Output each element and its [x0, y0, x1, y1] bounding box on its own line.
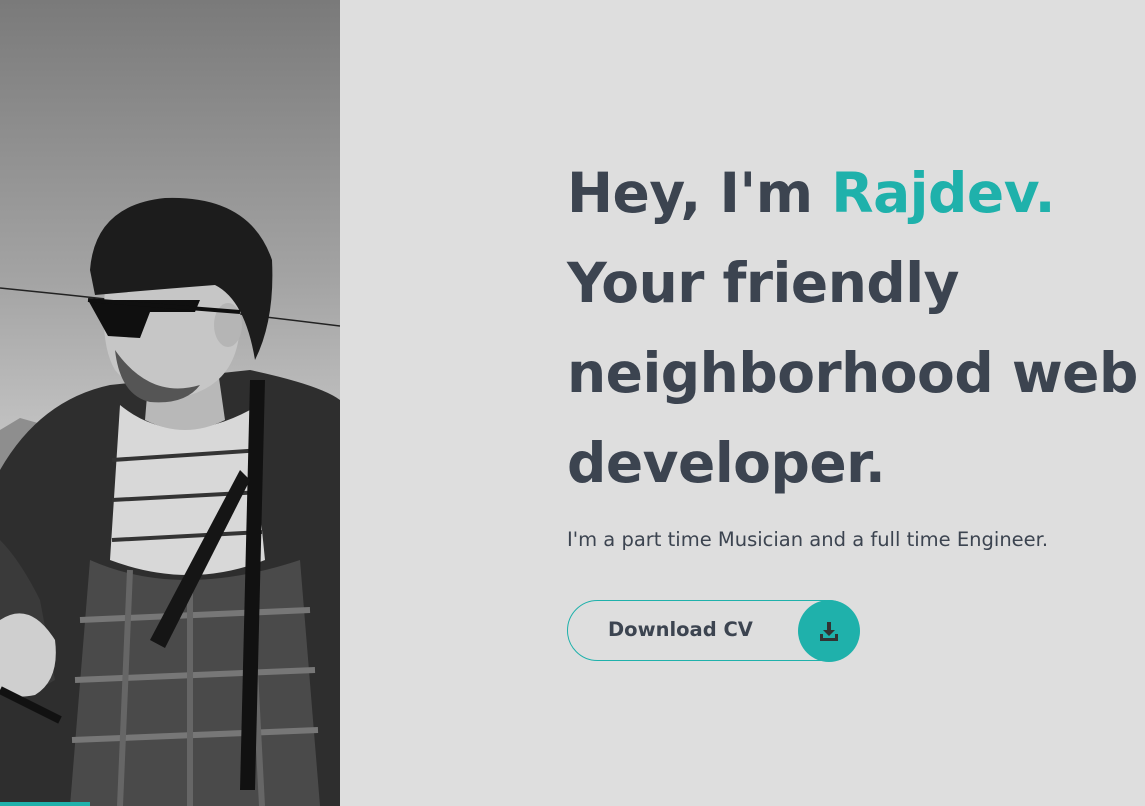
download-cv-label: Download CV [608, 618, 753, 641]
highlighted-name: Rajdev. [831, 161, 1055, 225]
accent-bar [0, 802, 90, 806]
headline-line-2: Your friendly [567, 251, 959, 315]
headline-line-1: Hey, I'm Rajdev. [567, 148, 1145, 238]
headline-line-4: developer. [567, 431, 886, 495]
page: Hey, I'm Rajdev. Your friendly neighborh… [0, 0, 1145, 806]
greeting-text: Hey, I'm [567, 161, 832, 225]
hero-section: Hey, I'm Rajdev. Your friendly neighborh… [567, 148, 1145, 662]
hero-tagline: I'm a part time Musician and a full time… [567, 528, 1049, 551]
hero-headline: Hey, I'm Rajdev. Your friendly neighborh… [567, 148, 1145, 508]
download-icon [797, 599, 860, 662]
portrait-illustration [0, 0, 340, 806]
portrait-photo [0, 0, 340, 806]
download-cv-button[interactable]: Download CV [567, 599, 860, 662]
headline-line-3: neighborhood web [567, 341, 1138, 405]
